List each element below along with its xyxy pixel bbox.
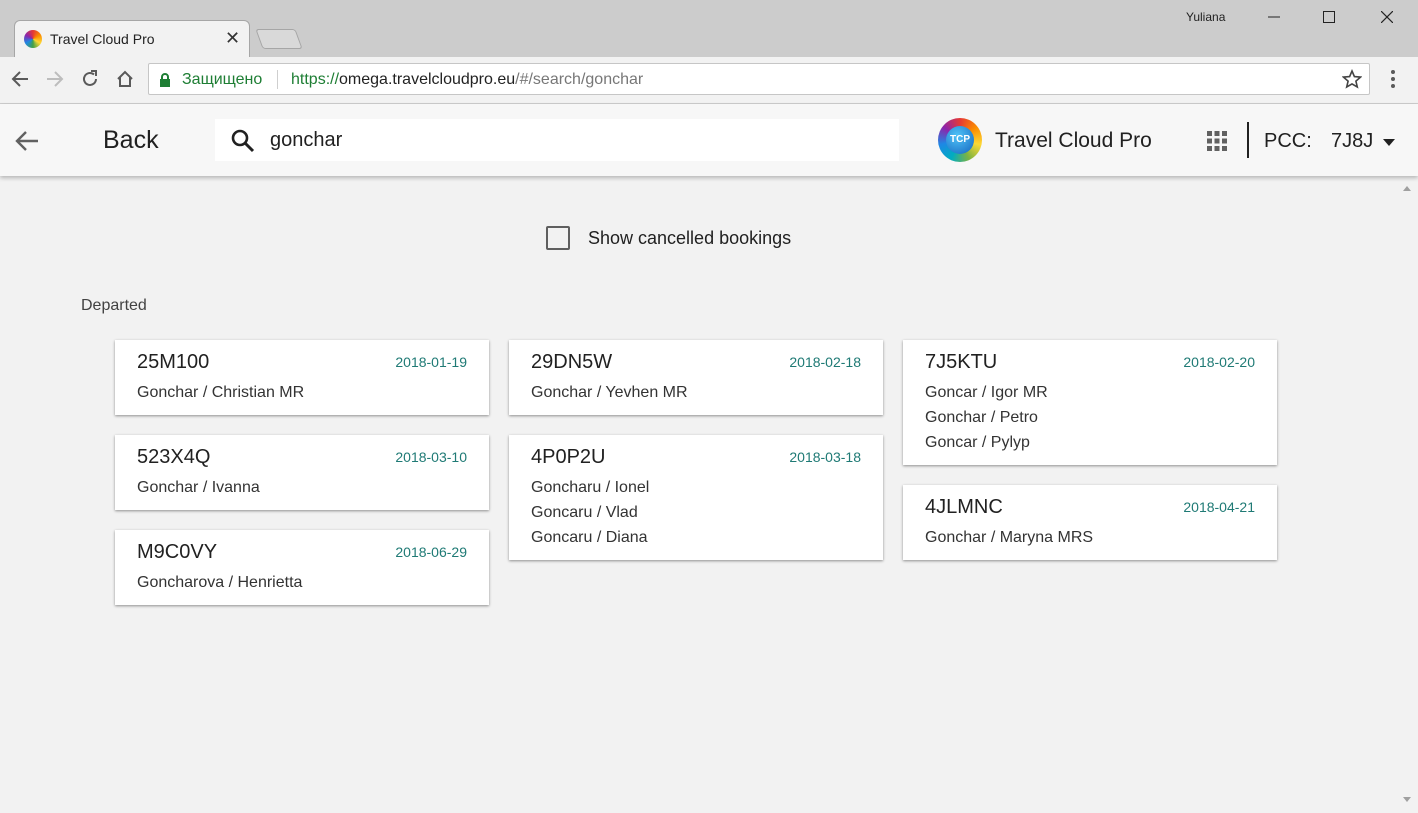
booking-card[interactable]: 523X4Q 2018-03-10 Gonchar / Ivanna	[115, 435, 489, 510]
arrow-right-icon	[47, 71, 64, 87]
browser-forward-button[interactable]	[43, 67, 67, 91]
scroll-up-arrow-icon[interactable]	[1402, 184, 1412, 192]
bookings-column-2: 29DN5W 2018-02-18 Gonchar / Yevhen MR 4P…	[509, 340, 883, 580]
booking-date: 2018-02-20	[1183, 354, 1255, 370]
booking-card[interactable]: 25M100 2018-01-19 Gonchar / Christian MR	[115, 340, 489, 415]
browser-titlebar: Travel Cloud Pro ✕ Yuliana	[0, 0, 1418, 57]
booking-card[interactable]: 7J5KTU 2018-02-20 Goncar / Igor MR Gonch…	[903, 340, 1277, 465]
home-button[interactable]	[113, 67, 137, 91]
secure-label: Защищено	[182, 71, 263, 88]
address-bar[interactable]: Защищено https://omega.travelcloudpro.eu…	[148, 63, 1370, 95]
search-bar[interactable]	[215, 119, 899, 161]
tab-close-icon[interactable]: ✕	[225, 28, 240, 48]
passenger-name: Goncharova / Henrietta	[137, 574, 303, 591]
booking-date: 2018-03-10	[395, 449, 467, 465]
favicon-icon	[24, 30, 42, 48]
show-cancelled-checkbox[interactable]	[546, 226, 570, 250]
passenger-name: Gonchar / Christian MR	[137, 384, 305, 401]
bookings-column-3: 7J5KTU 2018-02-20 Goncar / Igor MR Gonch…	[903, 340, 1277, 580]
url-host: omega.travelcloudpro.eu	[339, 71, 516, 88]
booking-date: 2018-02-18	[789, 354, 861, 370]
booking-locator: 4P0P2U	[531, 446, 606, 468]
passenger-name: Goncaru / Vlad	[531, 504, 638, 521]
tab-title: Travel Cloud Pro	[50, 31, 155, 47]
close-window-button[interactable]	[1364, 0, 1410, 34]
passenger-name: Goncar / Igor MR	[925, 384, 1048, 401]
show-cancelled-label: Show cancelled bookings	[588, 228, 792, 248]
booking-card[interactable]: 4JLMNC 2018-04-21 Gonchar / Maryna MRS	[903, 485, 1277, 560]
arrow-left-icon	[11, 71, 28, 87]
booking-date: 2018-06-29	[395, 544, 467, 560]
bookmark-star-icon[interactable]	[1342, 69, 1362, 89]
browser-tab[interactable]: Travel Cloud Pro ✕	[14, 20, 250, 57]
passenger-name: Goncaru / Diana	[531, 529, 648, 546]
search-icon	[231, 129, 255, 153]
apps-grid-icon[interactable]	[1207, 131, 1227, 151]
pcc-label: PCC:	[1264, 130, 1312, 152]
booking-locator: 7J5KTU	[925, 351, 998, 373]
booking-card[interactable]: 29DN5W 2018-02-18 Gonchar / Yevhen MR	[509, 340, 883, 415]
maximize-button[interactable]	[1306, 0, 1352, 34]
address-divider	[277, 70, 278, 89]
booking-locator: 29DN5W	[531, 351, 613, 373]
brand-logo: TCP	[938, 118, 982, 162]
search-input[interactable]	[270, 119, 870, 161]
scroll-down-arrow-icon[interactable]	[1402, 796, 1412, 804]
booking-date: 2018-04-21	[1183, 499, 1255, 515]
brand-name: Travel Cloud Pro	[995, 129, 1152, 152]
booking-date: 2018-01-19	[395, 354, 467, 370]
section-title-departed: Departed	[81, 297, 147, 314]
brand-logo-text: TCP	[946, 126, 974, 154]
passenger-name: Goncar / Pylyp	[925, 434, 1030, 451]
url-scheme: https://	[291, 71, 340, 88]
passenger-name: Gonchar / Ivanna	[137, 479, 260, 496]
lock-icon	[160, 73, 170, 87]
header-divider	[1247, 122, 1249, 158]
browser-toolbar: Защищено https://omega.travelcloudpro.eu…	[0, 57, 1418, 104]
url-path: /#/search/gonchar	[515, 71, 644, 88]
pcc-select[interactable]: 7J8J	[1331, 130, 1373, 153]
passenger-name: Gonchar / Maryna MRS	[925, 529, 1094, 546]
back-button[interactable]: Back	[103, 126, 159, 155]
browser-back-button[interactable]	[8, 67, 32, 91]
close-icon	[1381, 11, 1393, 23]
booking-card[interactable]: M9C0VY 2018-06-29 Goncharova / Henrietta	[115, 530, 489, 605]
booking-locator: 25M100	[137, 351, 210, 373]
caret-down-icon[interactable]	[1383, 139, 1395, 146]
new-tab-button[interactable]	[255, 29, 303, 49]
booking-locator: 4JLMNC	[925, 496, 1003, 518]
home-icon	[117, 70, 133, 87]
passenger-name: Goncharu / Ionel	[531, 479, 650, 496]
reload-icon	[83, 70, 97, 86]
browser-menu-icon[interactable]	[1384, 68, 1402, 90]
minimize-button[interactable]	[1251, 0, 1297, 34]
bookings-column-1: 25M100 2018-01-19 Gonchar / Christian MR…	[115, 340, 489, 625]
reload-button[interactable]	[78, 67, 102, 91]
passenger-name: Gonchar / Yevhen MR	[531, 384, 688, 401]
passenger-name: Gonchar / Petro	[925, 409, 1038, 426]
booking-locator: M9C0VY	[137, 541, 218, 563]
booking-card[interactable]: 4P0P2U 2018-03-18 Goncharu / Ionel Gonca…	[509, 435, 883, 560]
booking-locator: 523X4Q	[137, 446, 211, 468]
arrow-left-icon[interactable]	[14, 129, 40, 153]
minimize-icon	[1268, 16, 1280, 18]
maximize-icon	[1323, 11, 1335, 23]
booking-date: 2018-03-18	[789, 449, 861, 465]
profile-name[interactable]: Yuliana	[1186, 10, 1225, 24]
url-text[interactable]: https://omega.travelcloudpro.eu/#/search…	[291, 71, 643, 89]
app-header: Back TCP Travel Cloud Pro PCC: 7J8J	[0, 104, 1418, 176]
